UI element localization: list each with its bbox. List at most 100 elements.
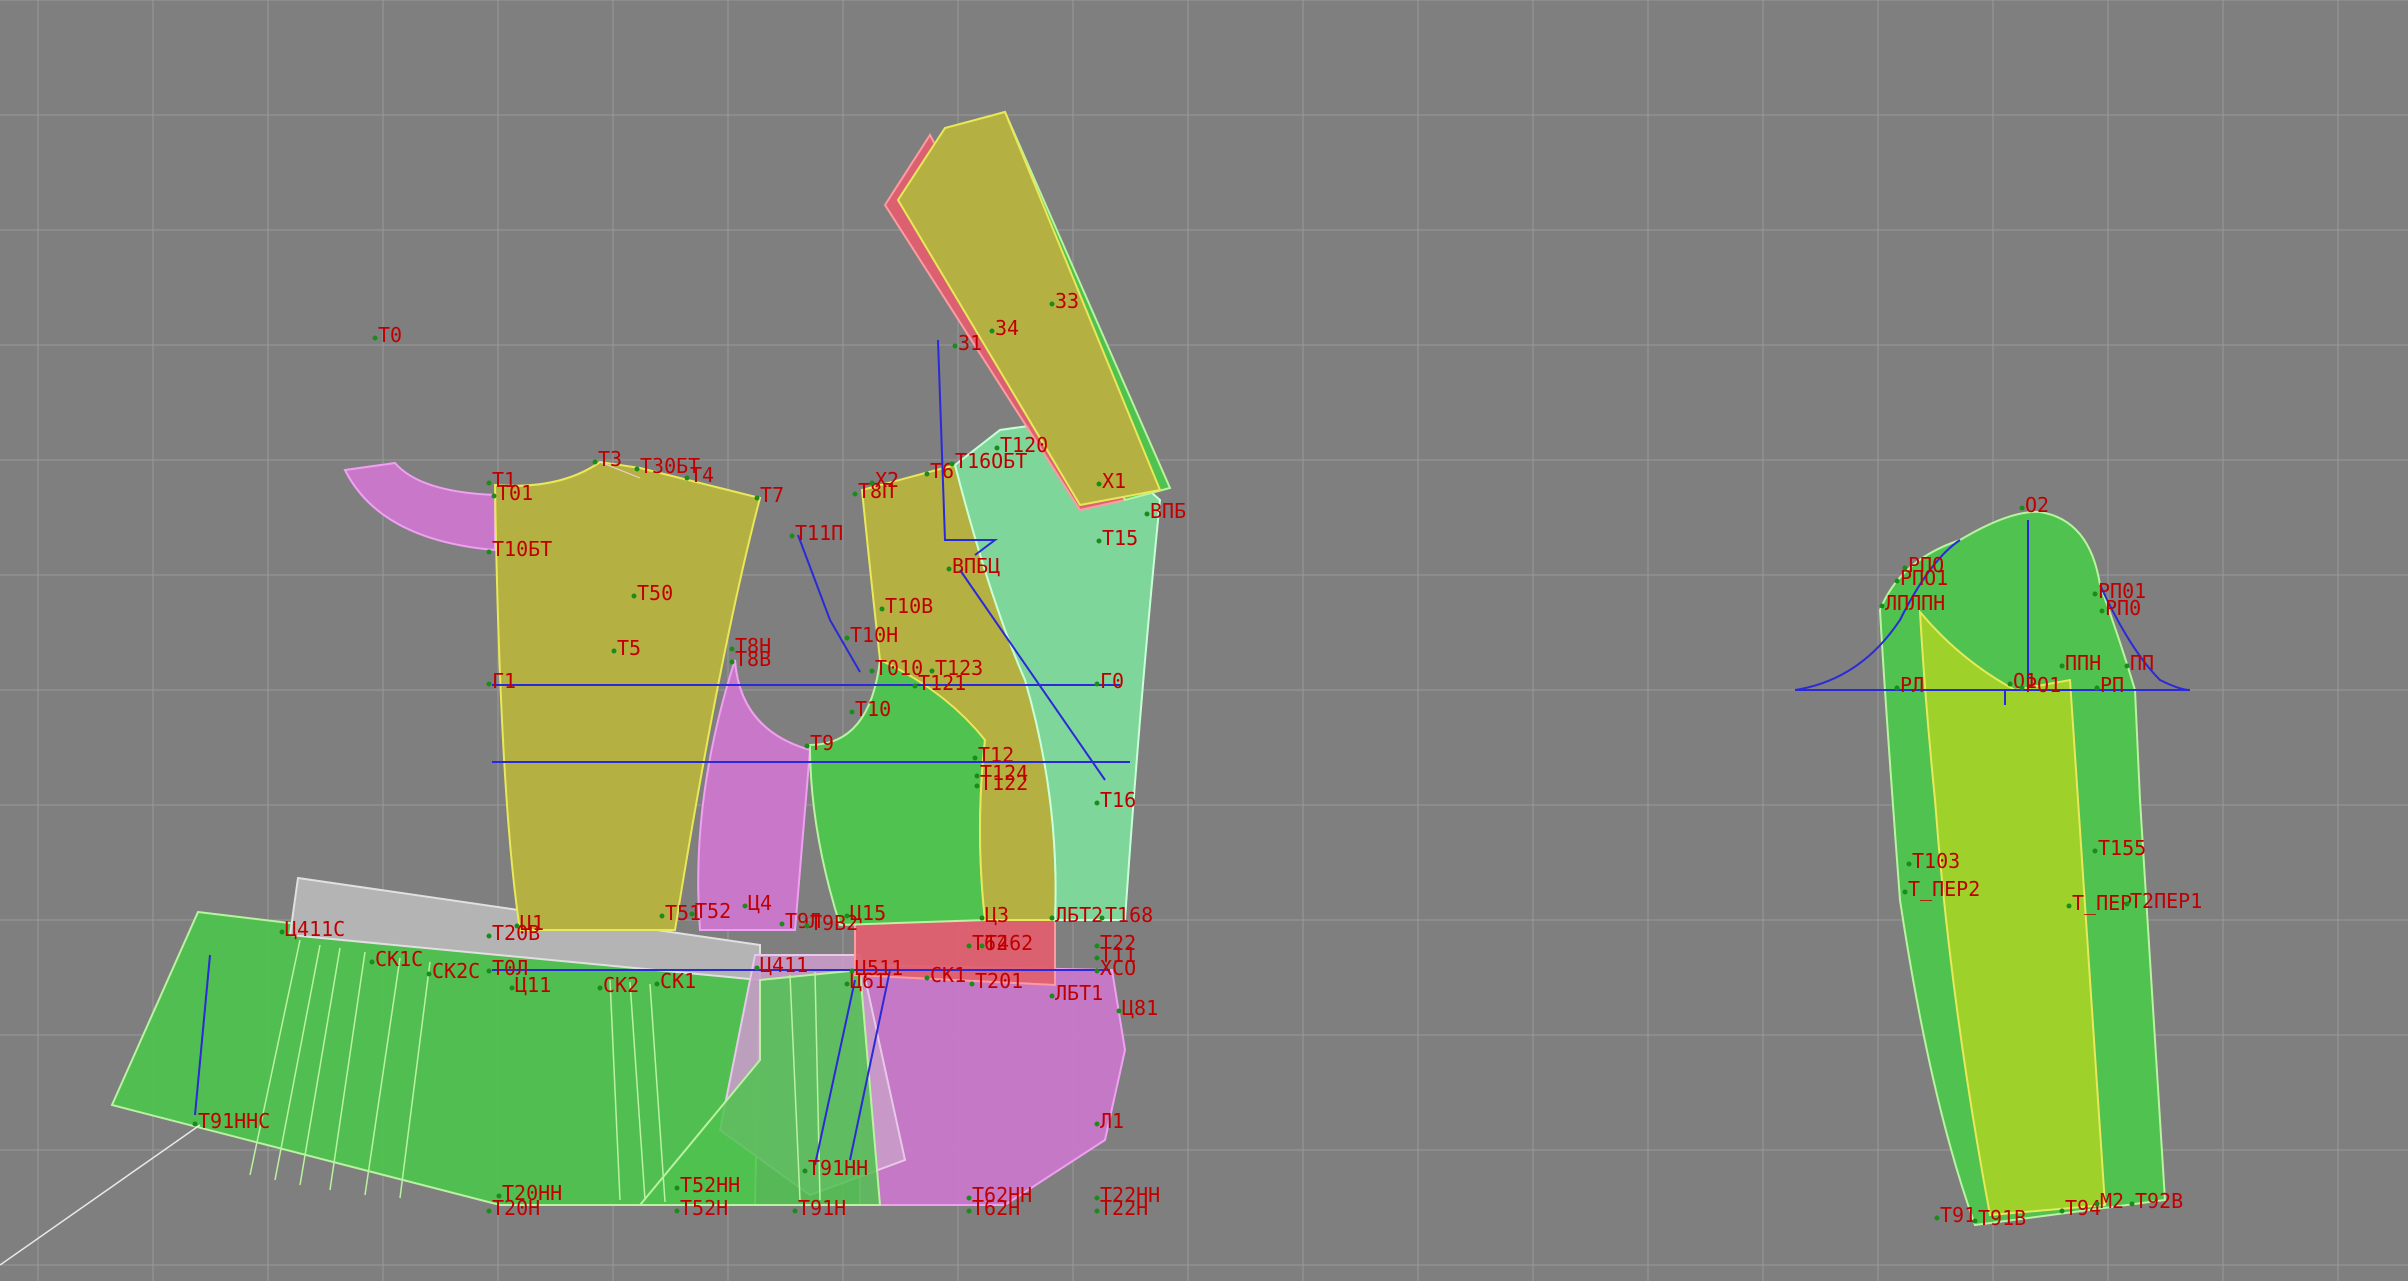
construction-point — [631, 593, 637, 599]
construction-point — [674, 1185, 680, 1191]
label-t3: T3 — [598, 447, 622, 471]
construction-point — [1096, 481, 1102, 487]
label-c411: Ц411 — [760, 953, 808, 977]
label-t155: T155 — [2098, 836, 2146, 860]
label-t15: T15 — [1102, 526, 1138, 550]
construction-point — [844, 981, 850, 987]
label-t52n: T52Н — [680, 1196, 728, 1220]
construction-point — [1094, 800, 1100, 806]
label-t94: T94 — [2065, 1196, 2101, 1220]
construction-point — [611, 648, 617, 654]
label-t0: T0 — [378, 323, 402, 347]
label-t50: T50 — [637, 581, 673, 605]
construction-point — [974, 783, 980, 789]
label-ck2c: СК2С — [432, 959, 480, 983]
label-t01: T01 — [497, 481, 533, 505]
construction-point — [966, 1195, 972, 1201]
label-t_per2: Т_ПЕР2 — [1908, 877, 1980, 901]
label-x1: X1 — [1102, 469, 1126, 493]
construction-point — [869, 480, 875, 486]
label-vpb: ВПБ — [1150, 499, 1186, 523]
label-ro1: РО1 — [2025, 673, 2061, 697]
label-31: 31 — [958, 331, 982, 355]
label-ck1: СК1 — [660, 969, 696, 993]
label-t4: T4 — [690, 463, 714, 487]
label-xco: ХСО — [1100, 956, 1136, 980]
collar-piece[interactable] — [343, 461, 496, 552]
construction-point — [779, 921, 785, 927]
construction-point — [1934, 1215, 1940, 1221]
label-lbt1: ЛБТ1 — [1055, 981, 1103, 1005]
construction-point — [844, 913, 850, 919]
label-t52: T52 — [695, 899, 731, 923]
construction-point — [2099, 608, 2105, 614]
construction-point — [2094, 1201, 2100, 1207]
label-t5: T5 — [617, 636, 641, 660]
label-ck1b: СК1 — [930, 963, 966, 987]
construction-point — [1049, 993, 1055, 999]
label-c1: Ц1 — [520, 911, 544, 935]
construction-point — [2124, 663, 2130, 669]
label-t10v: T10В — [885, 594, 933, 618]
construction-point — [1894, 578, 1900, 584]
label-t010: T010 — [875, 656, 923, 680]
construction-point — [684, 475, 690, 481]
construction-point — [754, 495, 760, 501]
construction-point — [949, 461, 955, 467]
construction-point — [994, 445, 1000, 451]
construction-point — [486, 549, 492, 555]
label-lplpn: ЛПЛПН — [1885, 591, 1945, 615]
label-t11p: T11П — [795, 521, 843, 545]
construction-point — [659, 913, 665, 919]
label-m2: М2 — [2100, 1189, 2124, 1213]
construction-point — [792, 1208, 798, 1214]
label-t168: T168 — [1105, 903, 1153, 927]
construction-point — [969, 981, 975, 987]
label-t16: T16 — [1100, 788, 1136, 812]
label-t120: T120 — [1000, 433, 1048, 457]
construction-point — [802, 1168, 808, 1174]
drafting-viewport[interactable]: T0 T1 T01 T3 T30БТ T4 T7 T10БТ T50 T5 T8… — [0, 0, 2408, 1281]
construction-point — [1879, 603, 1885, 609]
construction-point — [1049, 301, 1055, 307]
label-t10: T10 — [855, 697, 891, 721]
construction-point — [729, 659, 735, 665]
pattern-canvas[interactable]: T0 T1 T01 T3 T30БТ T4 T7 T10БТ T50 T5 T8… — [0, 0, 2408, 1281]
construction-point — [486, 933, 492, 939]
construction-point — [2124, 901, 2130, 907]
construction-point — [879, 606, 885, 612]
construction-point — [852, 491, 858, 497]
construction-point — [1094, 943, 1100, 949]
label-34: 34 — [995, 316, 1019, 340]
construction-point — [912, 683, 918, 689]
construction-point — [946, 566, 952, 572]
construction-point — [966, 1208, 972, 1214]
construction-point — [1972, 1218, 1978, 1224]
construction-point — [372, 335, 378, 341]
label-t62n: T62Н — [972, 1196, 1020, 1220]
construction-point — [1906, 861, 1912, 867]
label-vpbc: ВПБЦ — [952, 554, 1000, 578]
label-t10bt: T10БТ — [492, 537, 552, 561]
label-t411c: Ц411С — [285, 917, 345, 941]
label-c15: Ц15 — [850, 901, 886, 925]
construction-point — [742, 903, 748, 909]
construction-point — [486, 968, 492, 974]
label-t8b: T8В — [735, 647, 771, 671]
construction-point — [1096, 538, 1102, 544]
construction-point — [804, 923, 810, 929]
label-lbt2: ЛБТ2 — [1055, 903, 1103, 927]
construction-point — [592, 459, 598, 465]
label-t7: T7 — [760, 483, 784, 507]
label-t121: T121 — [918, 671, 966, 695]
construction-point — [929, 668, 935, 674]
construction-point — [974, 773, 980, 779]
construction-point — [2092, 591, 2098, 597]
construction-point — [729, 646, 735, 652]
label-g1: Г1 — [492, 669, 516, 693]
label-t10n: T10Н — [850, 623, 898, 647]
label-rl: РЛ — [1900, 673, 1924, 697]
label-t9: T9 — [810, 731, 834, 755]
label-ppn: ППН — [2065, 651, 2101, 675]
construction-point — [1099, 915, 1105, 921]
